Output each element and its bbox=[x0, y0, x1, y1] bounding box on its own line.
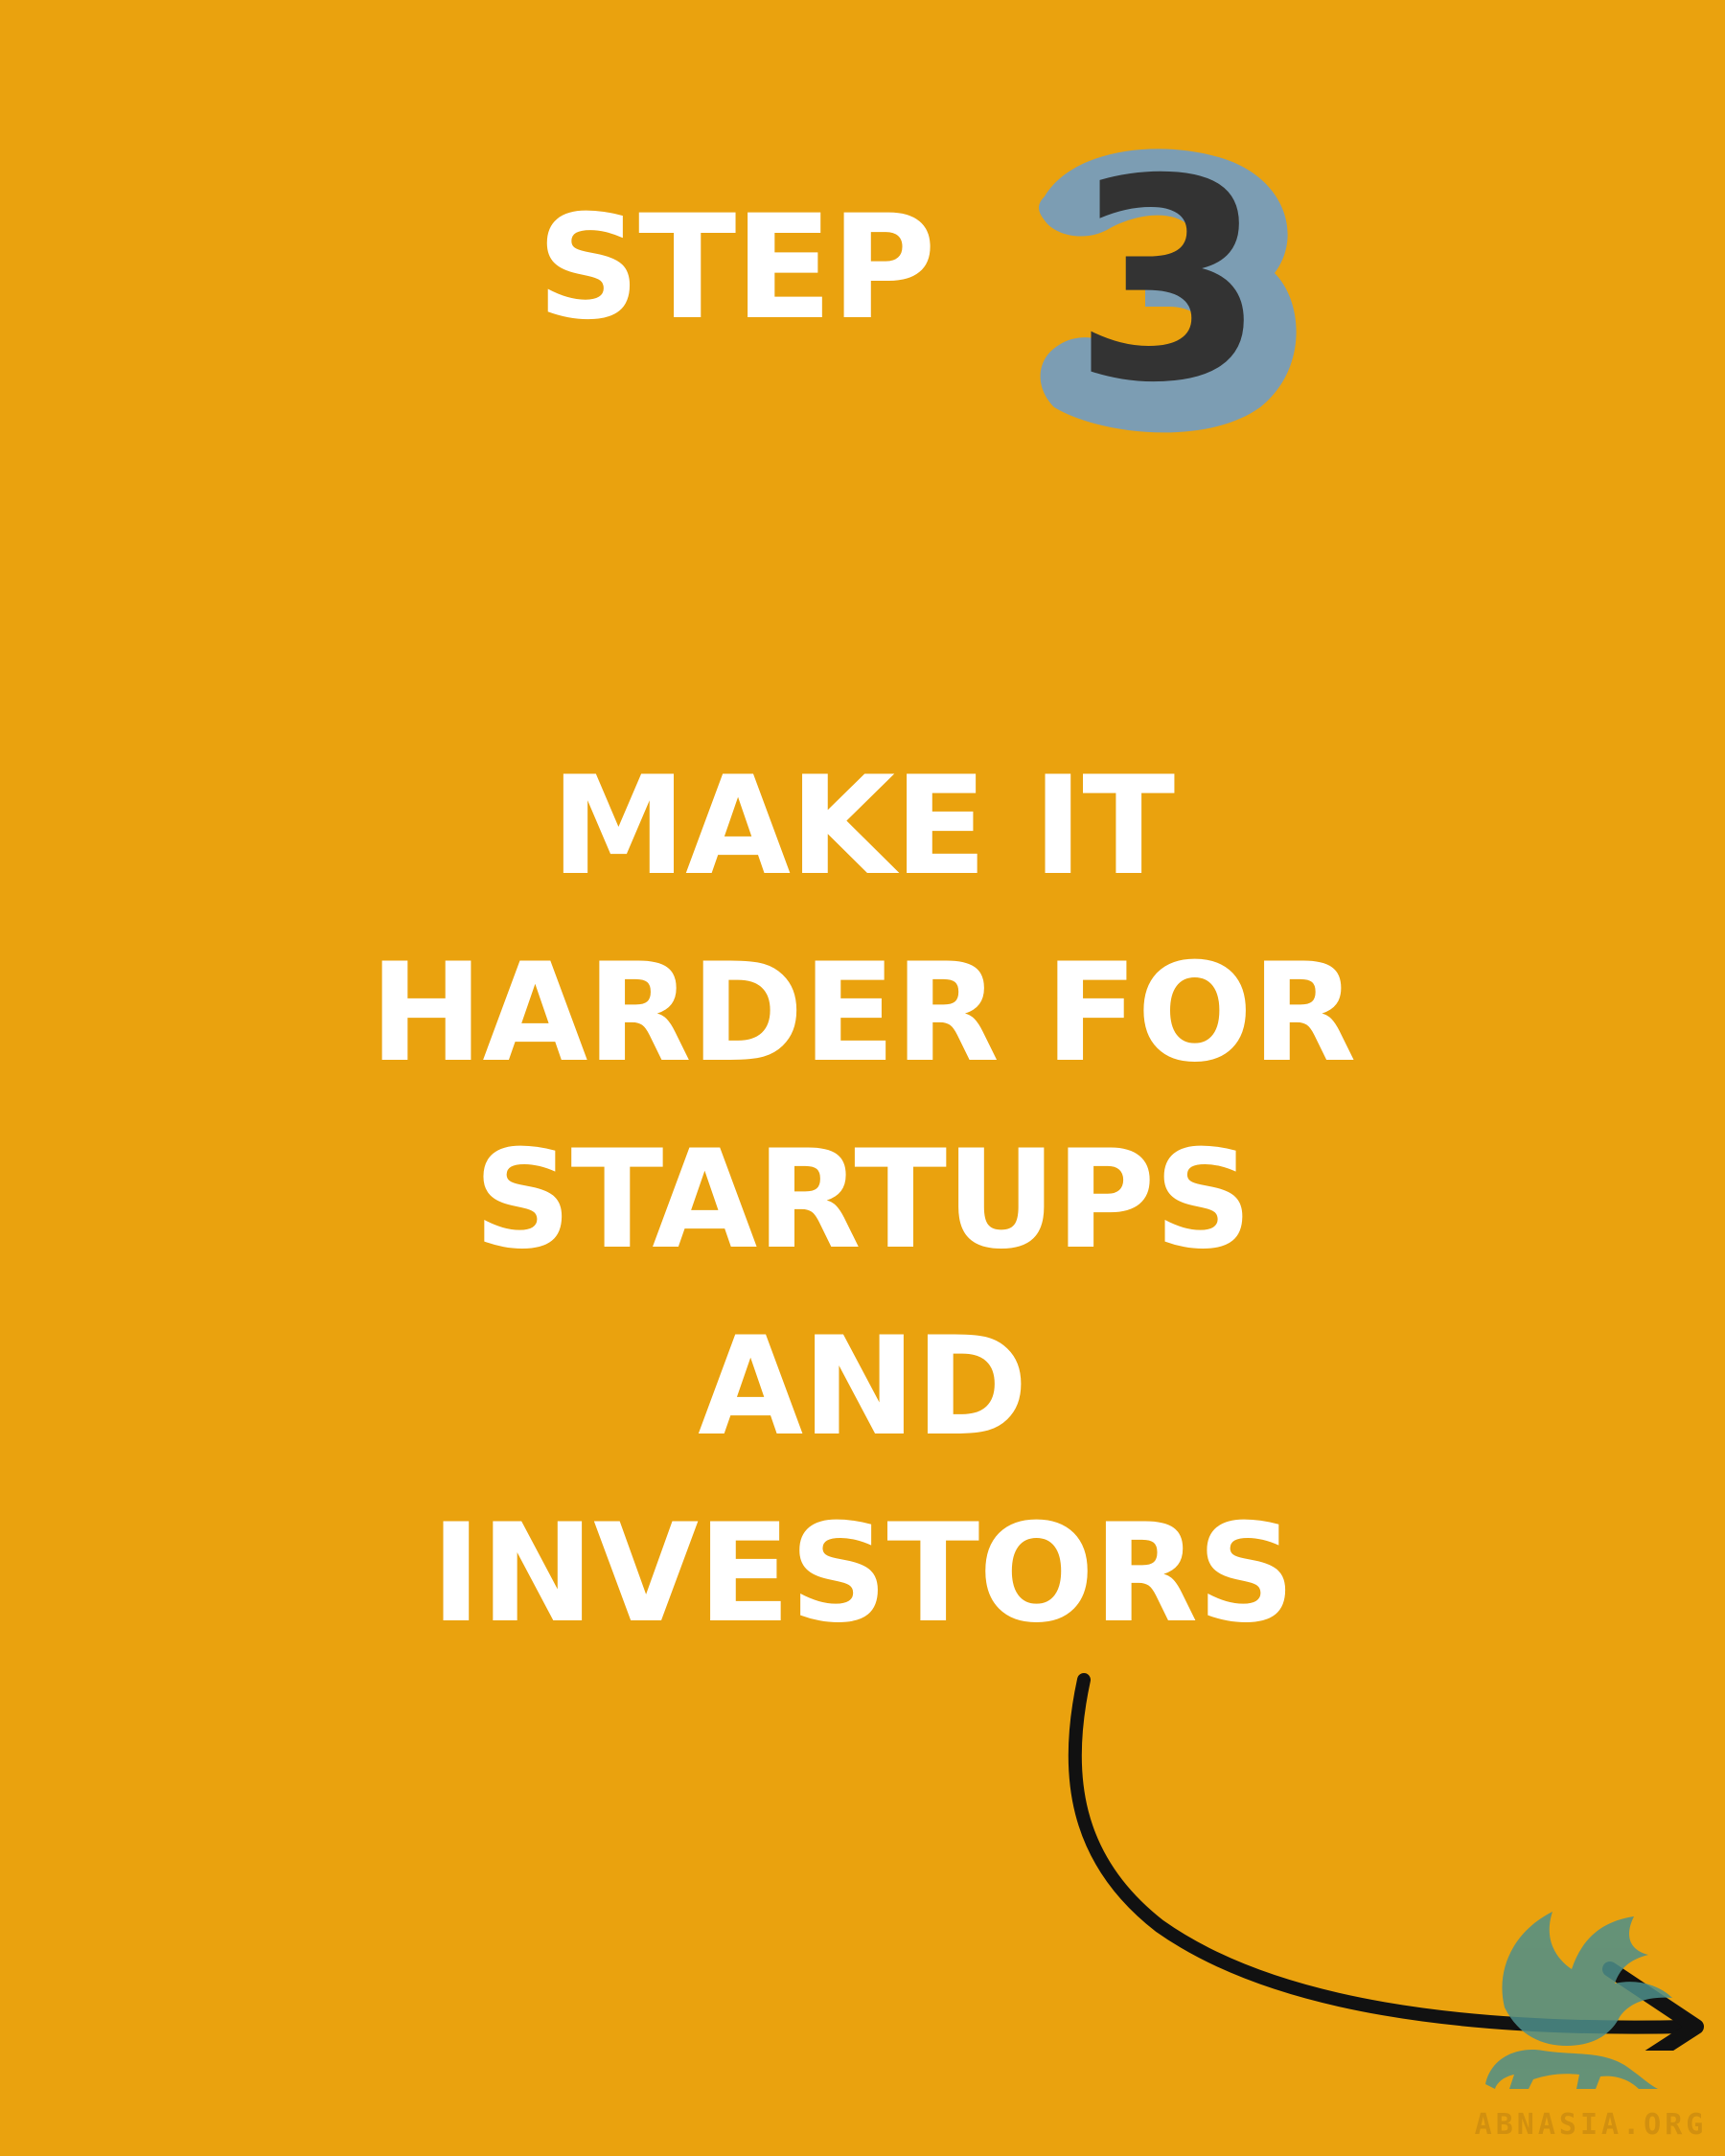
slide: STEP 3 MAKE IT HARDER FOR STARTUPS AND I… bbox=[0, 0, 1725, 2156]
logo-wings bbox=[1502, 1912, 1672, 2046]
logo-lion-body bbox=[1485, 2050, 1658, 2089]
step-number: 3 bbox=[1072, 121, 1266, 444]
headline-line-1: MAKE IT bbox=[550, 747, 1175, 906]
headline-line-4: AND bbox=[698, 1308, 1028, 1466]
step-number-badge: 3 bbox=[1016, 129, 1322, 436]
winged-lion-logo-icon bbox=[1485, 1912, 1672, 2089]
headline: MAKE IT HARDER FOR STARTUPS AND INVESTOR… bbox=[0, 733, 1725, 1667]
headline-line-2: HARDER FOR bbox=[369, 934, 1357, 1092]
headline-line-3: STARTUPS bbox=[473, 1121, 1252, 1279]
step-header: STEP 3 bbox=[0, 0, 1725, 460]
step-label: STEP bbox=[537, 185, 936, 352]
watermark-text: ABNASIA.ORG bbox=[1474, 2108, 1708, 2142]
headline-line-5: INVESTORS bbox=[430, 1495, 1295, 1653]
